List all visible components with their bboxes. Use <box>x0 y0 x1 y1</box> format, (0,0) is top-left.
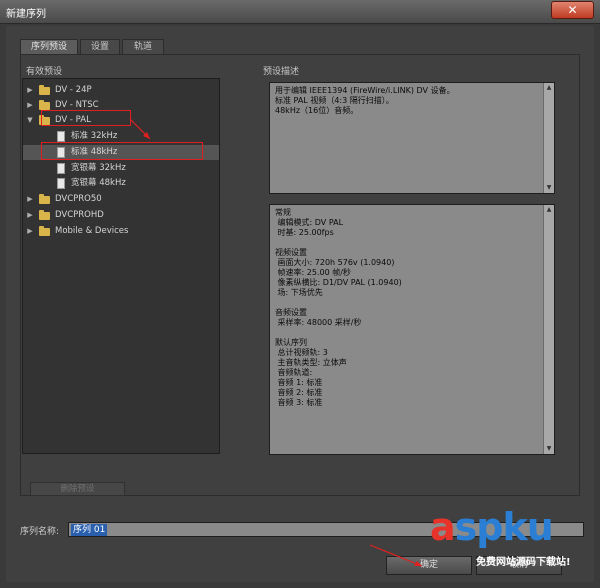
tree-folder-dvcprohd[interactable]: ▶ DVCPROHD <box>23 208 219 223</box>
preset-details-box: 常规 编辑模式: DV PAL 时基: 25.00fps 视频设置 画面大小: … <box>269 204 555 455</box>
summary-scrollbar[interactable]: ▲ ▼ <box>543 83 554 193</box>
scroll-up-icon[interactable]: ▲ <box>544 205 554 215</box>
delete-preset-button[interactable]: 删除预设 <box>30 482 125 496</box>
tab-tracks[interactable]: 轨道 <box>122 39 164 55</box>
site-watermark: aspku 免费网站源码下载站! <box>430 505 600 585</box>
tree-folder-dv-24p[interactable]: ▶ DV - 24P <box>23 83 219 98</box>
folder-icon <box>39 194 50 204</box>
tree-preset-widescreen-32khz[interactable]: 宽银幕 32kHz <box>23 161 219 176</box>
scroll-down-icon[interactable]: ▼ <box>544 183 554 193</box>
watermark-logo: aspku <box>430 505 554 549</box>
file-icon <box>57 163 65 174</box>
preset-details-text: 常规 编辑模式: DV PAL 时基: 25.00fps 视频设置 画面大小: … <box>275 208 402 407</box>
folder-icon <box>39 210 50 220</box>
expand-arrow-icon[interactable]: ▶ <box>25 224 35 239</box>
watermark-tagline: 免费网站源码下载站! <box>476 557 571 568</box>
presets-group-label: 有效预设 <box>26 67 63 77</box>
tree-preset-widescreen-48khz[interactable]: 宽银幕 48kHz <box>23 176 219 191</box>
expand-arrow-icon[interactable]: ▶ <box>25 83 35 98</box>
file-icon <box>57 131 65 142</box>
window-title: 新建序列 <box>6 9 46 20</box>
expand-arrow-icon[interactable]: ▶ <box>25 98 35 113</box>
sequence-name-label: 序列名称: <box>20 527 60 537</box>
dialog-body: 序列预设 设置 轨道 有效预设 预设描述 ▶ DV - 24P ▶ DV - N… <box>6 26 594 582</box>
preset-summary-text: 用于编辑 IEEE1394 (FireWire/i.LINK) DV 设备。 标… <box>275 86 455 115</box>
tree-folder-dvcpro50[interactable]: ▶ DVCPRO50 <box>23 192 219 207</box>
scroll-up-icon[interactable]: ▲ <box>544 83 554 93</box>
close-icon: ✕ <box>567 3 578 17</box>
watermark-letters: spku <box>454 505 554 549</box>
description-group-label: 预设描述 <box>263 67 300 77</box>
preset-summary-box: 用于编辑 IEEE1394 (FireWire/i.LINK) DV 设备。 标… <box>269 82 555 194</box>
folder-icon <box>39 226 50 236</box>
tab-sequence-presets[interactable]: 序列预设 <box>20 39 78 55</box>
preset-tree[interactable]: ▶ DV - 24P ▶ DV - NTSC ▼ DV - PAL 标准 32k… <box>22 78 220 454</box>
expand-arrow-icon[interactable]: ▶ <box>25 208 35 223</box>
folder-icon <box>39 85 50 95</box>
watermark-letter-a: a <box>430 505 456 549</box>
scroll-down-icon[interactable]: ▼ <box>544 444 554 454</box>
details-scrollbar[interactable]: ▲ ▼ <box>543 205 554 454</box>
sequence-name-value: 序列 01 <box>71 524 108 536</box>
title-bar: 新建序列 ✕ <box>0 0 600 24</box>
expand-arrow-icon[interactable]: ▶ <box>25 192 35 207</box>
tab-settings[interactable]: 设置 <box>80 39 120 55</box>
tree-folder-mobile-devices[interactable]: ▶ Mobile & Devices <box>23 224 219 239</box>
collapse-arrow-icon[interactable]: ▼ <box>25 113 35 128</box>
highlight-box-dv-pal <box>41 110 131 126</box>
close-button[interactable]: ✕ <box>551 1 594 19</box>
highlight-box-standard-48khz <box>41 142 203 160</box>
folder-icon <box>39 100 50 110</box>
file-icon <box>57 178 65 189</box>
